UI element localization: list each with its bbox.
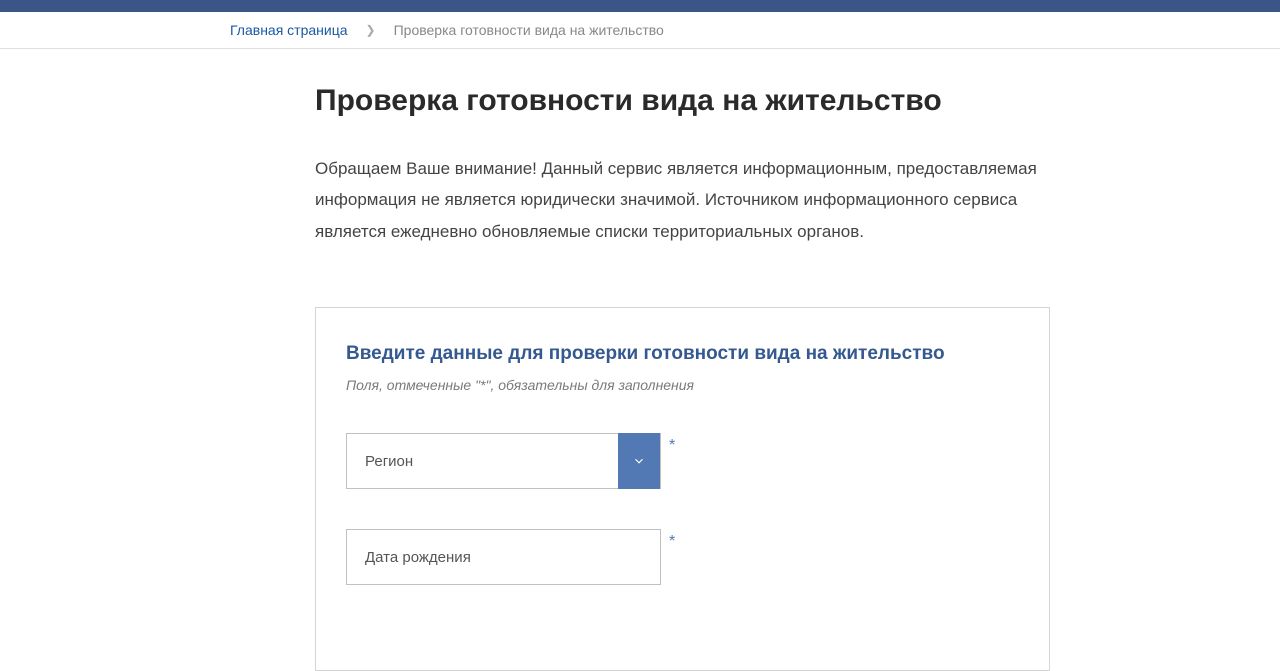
page-title: Проверка готовности вида на жительство bbox=[315, 84, 1050, 118]
breadcrumb: Главная страница ❯ Проверка готовности в… bbox=[90, 22, 1190, 38]
page-description: Обращаем Ваше внимание! Данный сервис яв… bbox=[315, 153, 1050, 247]
required-asterisk: * bbox=[669, 533, 675, 551]
breadcrumb-wrapper: Главная страница ❯ Проверка готовности в… bbox=[0, 12, 1280, 49]
form-card: Введите данные для проверки готовности в… bbox=[315, 307, 1050, 671]
chevron-down-icon bbox=[618, 433, 660, 489]
form-hint: Поля, отмеченные "*", обязательны для за… bbox=[346, 377, 1019, 393]
chevron-right-icon: ❯ bbox=[366, 23, 376, 37]
required-asterisk: * bbox=[669, 437, 675, 455]
dob-field-row: * bbox=[346, 529, 1019, 585]
breadcrumb-current: Проверка готовности вида на жительство bbox=[394, 22, 664, 38]
form-title: Введите данные для проверки готовности в… bbox=[346, 343, 1019, 365]
main-content: Проверка готовности вида на жительство О… bbox=[90, 49, 1190, 671]
breadcrumb-home-link[interactable]: Главная страница bbox=[230, 22, 348, 38]
region-field-row: Регион * bbox=[346, 433, 1019, 489]
region-placeholder: Регион bbox=[347, 453, 618, 470]
region-select[interactable]: Регион bbox=[346, 433, 661, 489]
top-header-bar bbox=[0, 0, 1280, 12]
dob-input[interactable] bbox=[346, 529, 661, 585]
